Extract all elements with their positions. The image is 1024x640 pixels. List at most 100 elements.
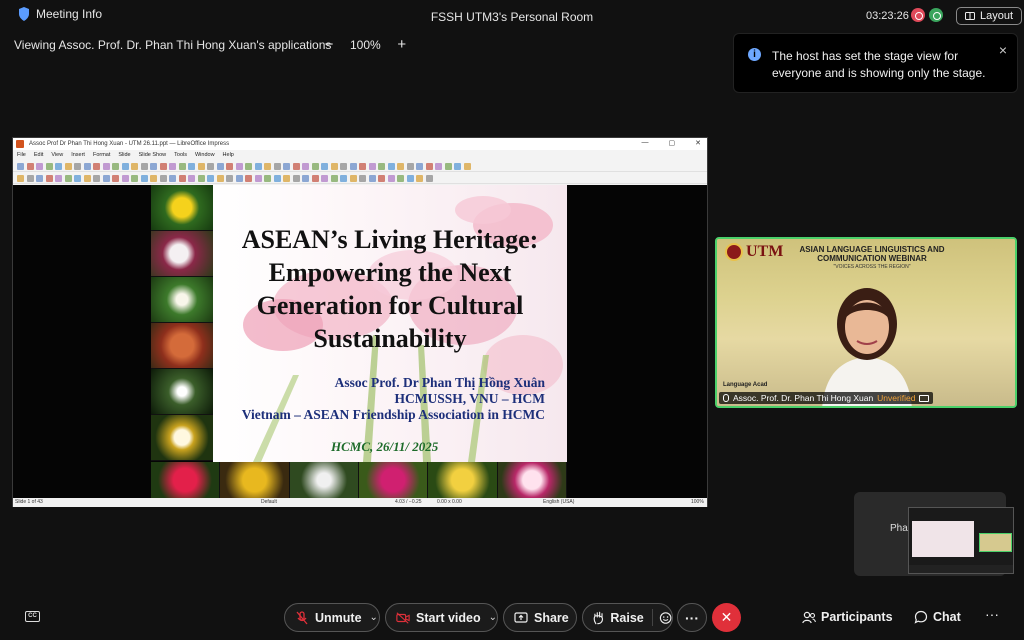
toolbar-tool-icon[interactable] [463, 163, 471, 170]
maximize-button[interactable]: ▢ [669, 139, 676, 147]
toolbar-tool-icon[interactable] [454, 163, 461, 170]
toolbar-tool-icon[interactable] [131, 163, 138, 170]
video-options-icon[interactable] [919, 394, 930, 402]
toolbar-tool-icon[interactable] [83, 175, 91, 182]
toolbar-tool-icon[interactable] [330, 163, 338, 170]
toolbar-tool-icon[interactable] [425, 175, 433, 182]
toolbar-tool-icon[interactable] [207, 163, 214, 170]
toolbar-tool-icon[interactable] [121, 163, 129, 170]
share-button[interactable]: Share [503, 603, 577, 632]
toolbar-tool-icon[interactable] [55, 163, 62, 170]
toolbar-tool-icon[interactable] [74, 175, 81, 182]
toolbar-tool-icon[interactable] [302, 163, 309, 170]
toolbar-tool-icon[interactable] [273, 175, 281, 182]
toolbar-tool-icon[interactable] [55, 175, 62, 182]
recording-icon[interactable] [911, 8, 925, 22]
toolbar-tool-icon[interactable] [169, 175, 176, 182]
toolbar-tool-icon[interactable] [235, 175, 243, 182]
toolbar-tool-icon[interactable] [83, 163, 91, 170]
menu-insert[interactable]: Insert [71, 152, 85, 158]
toolbar-tool-icon[interactable] [292, 175, 300, 182]
toolbar-tool-icon[interactable] [159, 163, 167, 170]
toolbar-tool-icon[interactable] [273, 163, 281, 170]
toolbar-tool-icon[interactable] [397, 175, 404, 182]
toolbar-tool-icon[interactable] [340, 175, 347, 182]
toolbar-tool-icon[interactable] [178, 163, 186, 170]
toolbar-tool-icon[interactable] [150, 175, 157, 182]
drawing-toolbar[interactable] [13, 172, 707, 184]
toolbar-tool-icon[interactable] [216, 163, 224, 170]
toolbar-tool-icon[interactable] [302, 175, 309, 182]
toolbar-tool-icon[interactable] [321, 175, 328, 182]
toolbar-tool-icon[interactable] [64, 163, 72, 170]
mini-stage-preview[interactable] [908, 507, 1014, 574]
closed-captions-button[interactable]: CC [25, 611, 40, 622]
toolbar-tool-icon[interactable] [435, 163, 442, 170]
toolbar-tool-icon[interactable] [292, 163, 300, 170]
toolbar-tool-icon[interactable] [283, 175, 290, 182]
reactions-emoji-icon[interactable] [659, 611, 672, 625]
document-zoom[interactable]: 100% [691, 499, 704, 505]
zoom-out-button[interactable]: − [322, 36, 336, 53]
toolbar-tool-icon[interactable] [93, 175, 100, 182]
toolbar-tool-icon[interactable] [159, 175, 167, 182]
toolbar-tool-icon[interactable] [378, 163, 385, 170]
minimize-button[interactable]: — [642, 139, 649, 147]
close-notification-button[interactable]: × [999, 42, 1007, 58]
toolbar-tool-icon[interactable] [311, 163, 319, 170]
menu-slide[interactable]: Slide [118, 152, 130, 158]
overflow-menu-button[interactable]: ··· [985, 606, 999, 622]
close-window-button[interactable]: ✕ [695, 139, 701, 147]
toolbar-tool-icon[interactable] [112, 163, 119, 170]
toolbar-tool-icon[interactable] [36, 163, 43, 170]
toolbar-tool-icon[interactable] [359, 175, 366, 182]
menu-slide-show[interactable]: Slide Show [139, 152, 167, 158]
toolbar-tool-icon[interactable] [387, 175, 395, 182]
toolbar-tool-icon[interactable] [226, 163, 233, 170]
raise-hand-button[interactable]: Raise [582, 603, 673, 632]
toolbar-tool-icon[interactable] [340, 163, 347, 170]
menu-help[interactable]: Help [223, 152, 234, 158]
toolbar-tool-icon[interactable] [93, 163, 100, 170]
toolbar-tool-icon[interactable] [207, 175, 214, 182]
toolbar-tool-icon[interactable] [254, 163, 262, 170]
security-indicator-icon[interactable] [929, 8, 943, 22]
toolbar-tool-icon[interactable] [349, 163, 357, 170]
chat-button[interactable]: Chat [914, 610, 961, 624]
toolbar-tool-icon[interactable] [349, 175, 357, 182]
toolbar-tool-icon[interactable] [131, 175, 138, 182]
toolbar-tool-icon[interactable] [235, 163, 243, 170]
toolbar-tool-icon[interactable] [264, 175, 271, 182]
standard-toolbar[interactable] [13, 160, 707, 172]
leave-meeting-button[interactable]: ✕ [712, 603, 741, 632]
toolbar-tool-icon[interactable] [264, 163, 271, 170]
toolbar-tool-icon[interactable] [368, 175, 376, 182]
toolbar-tool-icon[interactable] [416, 163, 423, 170]
toolbar-tool-icon[interactable] [45, 175, 53, 182]
toolbar-tool-icon[interactable] [254, 175, 262, 182]
toolbar-tool-icon[interactable] [368, 163, 376, 170]
start-video-button[interactable]: Start video ⌄ [385, 603, 498, 632]
toolbar-tool-icon[interactable] [188, 175, 195, 182]
toolbar-tool-icon[interactable] [416, 175, 423, 182]
toolbar-tool-icon[interactable] [444, 163, 452, 170]
toolbar-tool-icon[interactable] [197, 175, 205, 182]
toolbar-tool-icon[interactable] [425, 163, 433, 170]
toolbar-tool-icon[interactable] [406, 163, 414, 170]
toolbar-tool-icon[interactable] [359, 163, 366, 170]
menu-edit[interactable]: Edit [34, 152, 43, 158]
toolbar-tool-icon[interactable] [74, 163, 81, 170]
toolbar-tool-icon[interactable] [311, 175, 319, 182]
toolbar-tool-icon[interactable] [150, 163, 157, 170]
meeting-info-button[interactable]: Meeting Info [18, 7, 102, 21]
toolbar-tool-icon[interactable] [330, 175, 338, 182]
toolbar-tool-icon[interactable] [226, 175, 233, 182]
toolbar-tool-icon[interactable] [169, 163, 176, 170]
toolbar-tool-icon[interactable] [36, 175, 43, 182]
toolbar-tool-icon[interactable] [17, 175, 24, 182]
toolbar-tool-icon[interactable] [26, 163, 34, 170]
menu-window[interactable]: Window [195, 152, 215, 158]
toolbar-tool-icon[interactable] [216, 175, 224, 182]
zoom-in-button[interactable]: + [395, 36, 409, 53]
toolbar-tool-icon[interactable] [283, 163, 290, 170]
